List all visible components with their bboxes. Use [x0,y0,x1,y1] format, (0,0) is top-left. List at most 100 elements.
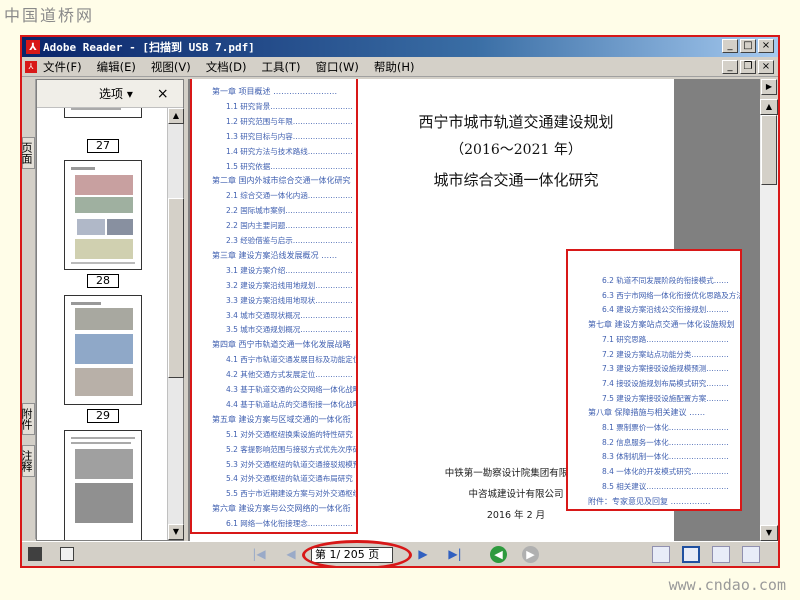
doc-properties-icon[interactable] [60,547,74,561]
single-page-view-icon[interactable] [652,546,670,563]
doc-title-line1: 西宁市城市轨道交通建设规划 [418,113,614,131]
toc-entry: 附件：专家意见及回复 …………… [588,496,711,506]
thumbnail-page-26[interactable] [64,108,142,118]
toc-entry: 3.2 建设方案沿线用地规划…………… [226,280,353,290]
thumbnail-content [71,108,121,110]
toc-entry: 8.4 一体化的开发模式研究…………… [602,467,729,477]
menu-tools[interactable]: 工具(T) [262,59,301,75]
toc-entry: 8.3 体制机制一体化…………………… [602,452,729,462]
toc-entry: 7.3 建设方案接驳设施规模预测……… [602,364,729,374]
thumbnail-list[interactable]: 27 28 29 [37,108,167,540]
continuous-facing-view-icon[interactable] [742,546,760,563]
continuous-view-icon[interactable] [682,546,700,563]
options-button[interactable]: 选项 ▾ [99,85,133,102]
thumbnail-page-30[interactable] [64,430,142,540]
toc-highlight-right: 6.2 轨道不同发展阶段的衔接模式…… 6.3 西宁市网络一体化衔接优化思路及方法… [566,249,742,511]
right-tools: ▶ ▲ ▼ [760,79,778,541]
go-back-icon[interactable]: ◀ [490,546,507,563]
toc-highlight-left: 第一章 项目概述 …………………… 1.1 研究背景…………………………… 1.2 … [190,79,358,534]
toc-entry: 第二章 国内外城市综合交通一体化研究 [212,176,351,186]
toc-entry: 1.1 研究背景…………………………… [226,101,353,111]
toc-entry: 7.4 接驳设施规划布局模式研究……… [602,378,729,388]
minimize-button[interactable]: _ [722,39,738,53]
thumbnail-scroll-thumb[interactable] [168,198,184,378]
toc-entry: 1.4 研究方法与技术路线……………… [226,146,353,156]
toc-entry: 2.2 国际城市案例……………………… [226,206,353,216]
document-scroll-thumb[interactable] [761,115,777,185]
menu-window[interactable]: 窗口(W) [316,59,359,75]
toc-entry: 4.1 西宁市轨道交通发展目标及功能定位 [226,355,358,365]
toc-entry: 第六章 建设方案与公交网络的一体化衔 [212,504,351,514]
document-view[interactable]: 第一章 项目概述 …………………… 1.1 研究背景…………………………… 1.2 … [188,79,760,541]
document-scrollbar[interactable]: ▲ ▼ [760,99,778,541]
menu-edit[interactable]: 编辑(E) [97,59,136,75]
toc-entry: 7.1 研究思路…………………………… [602,334,729,344]
last-page-icon[interactable]: ▶| [446,546,464,563]
doc-scroll-down-icon[interactable]: ▼ [760,525,778,541]
panel-header: 选项 ▾ × [37,80,183,108]
thumbnail-label: 27 [87,139,119,153]
thumbnail-label: 29 [87,409,119,423]
thumbnail-scrollbar[interactable]: ▲ ▼ [167,108,184,540]
watermark-logo-text: 中国道桥网 [4,6,95,25]
thumbnail-content [71,167,135,264]
toc-entry: 2.3 经验借鉴与启示…………………… [226,236,353,245]
toc-entry: 5.3 对外交通枢纽的轨道交通接驳规模预测 [226,459,358,469]
toc-entry: 第三章 建设方案沿线发展概况 …… [212,250,338,260]
toc-entry: 8.5 相关建议…………………………… [602,481,729,491]
scroll-up-arrow-icon[interactable]: ▲ [168,108,184,124]
menu-bar: ⅄ 文件(F) 编辑(E) 视图(V) 文档(D) 工具(T) 窗口(W) 帮助… [22,57,778,77]
doc-scroll-up-icon[interactable]: ▲ [760,99,778,115]
menu-view[interactable]: 视图(V) [151,59,191,75]
window-title: Adobe Reader - [扫描到 USB 7.pdf] [43,41,255,54]
doc-title-line2: （2016～2021 年） [450,142,582,158]
toc-entry: 1.5 研究依据…………………………… [226,161,353,171]
panel-close-icon[interactable]: × [157,86,169,102]
maximize-button[interactable]: □ [740,39,756,53]
toc-entry: 第七章 建设方案站点交通一体化设施规划 [588,320,735,330]
doc-title-line3: 城市综合交通一体化研究 [433,171,599,189]
toc-entry: 4.2 其他交通方式发展定位…………… [226,370,353,380]
facing-view-icon[interactable] [712,546,730,563]
toc-entry: 第五章 建设方案与区域交通的一体化衔 [212,414,351,424]
menu-document[interactable]: 文档(D) [206,59,247,75]
doc-close-button[interactable]: × [758,60,774,74]
tab-comments[interactable]: 注释 [22,445,35,477]
toc-entry: 7.5 建设方案接驳设施配置方案……… [602,393,729,403]
toc-entry: 第八章 保障措施与相关建议 …… [588,408,706,418]
thumbnail-content [71,437,135,523]
first-page-icon[interactable]: |◀ [250,546,268,563]
tab-attachments[interactable]: 附件 [22,403,35,435]
doc-minimize-button[interactable]: _ [722,60,738,74]
toc-entry: 8.1 票制票价一体化…………………… [602,423,729,432]
toc-entry: 2.2 国内主要问题……………………… [226,221,353,231]
thumbnail-page-28[interactable] [64,160,142,270]
toc-entry: 8.2 信息服务一体化…………………… [602,437,729,447]
title-bar[interactable]: ⅄ Adobe Reader - [扫描到 USB 7.pdf] _ □ × [22,37,778,57]
toc-entry: 4.3 基于轨道交通的公交网络一体化战略 [226,385,358,394]
toc-entry: 3.1 建设方案介绍……………………… [226,265,353,275]
close-window-button[interactable]: × [758,39,774,53]
adobe-reader-icon: ⅄ [26,40,40,54]
prev-page-icon[interactable]: ◀ [282,546,300,563]
pdf-page: 第一章 项目概述 …………………… 1.1 研究背景…………………………… 1.2 … [190,79,742,541]
next-page-icon[interactable]: ▶ [414,546,432,563]
toc-entry: 3.4 城市交通现状概况………………… [226,310,353,320]
scroll-down-arrow-icon[interactable]: ▼ [168,524,184,540]
document-icon[interactable]: ⅄ [25,60,37,73]
page-view-icon[interactable] [28,547,42,561]
thumbnail-page-29[interactable] [64,295,142,405]
menu-help[interactable]: 帮助(H) [374,59,415,75]
toc-entry: 3.5 城市交通规划概况………………… [226,325,353,335]
toc-entry: 2.1 综合交通一体化内涵……………… [226,191,353,201]
tab-pages[interactable]: 页面 [22,137,35,169]
toc-entry: 第四章 西宁市轨道交通一体化发展战略 [212,340,351,350]
doc-restore-button[interactable]: ❐ [740,60,756,74]
toc-entry: 6.3 西宁市网络一体化衔接优化思路及方法 [602,290,742,300]
menu-file[interactable]: 文件(F) [43,59,82,75]
page-highlight-circle [302,540,412,566]
toc-entry: 7.2 建设方案站点功能分类…………… [602,349,729,359]
go-forward-icon[interactable]: ▶ [522,546,539,563]
expand-right-arrow-icon[interactable]: ▶ [761,79,777,95]
thumbnail-panel: 选项 ▾ × 27 28 29 ▲ ▼ [36,79,184,541]
